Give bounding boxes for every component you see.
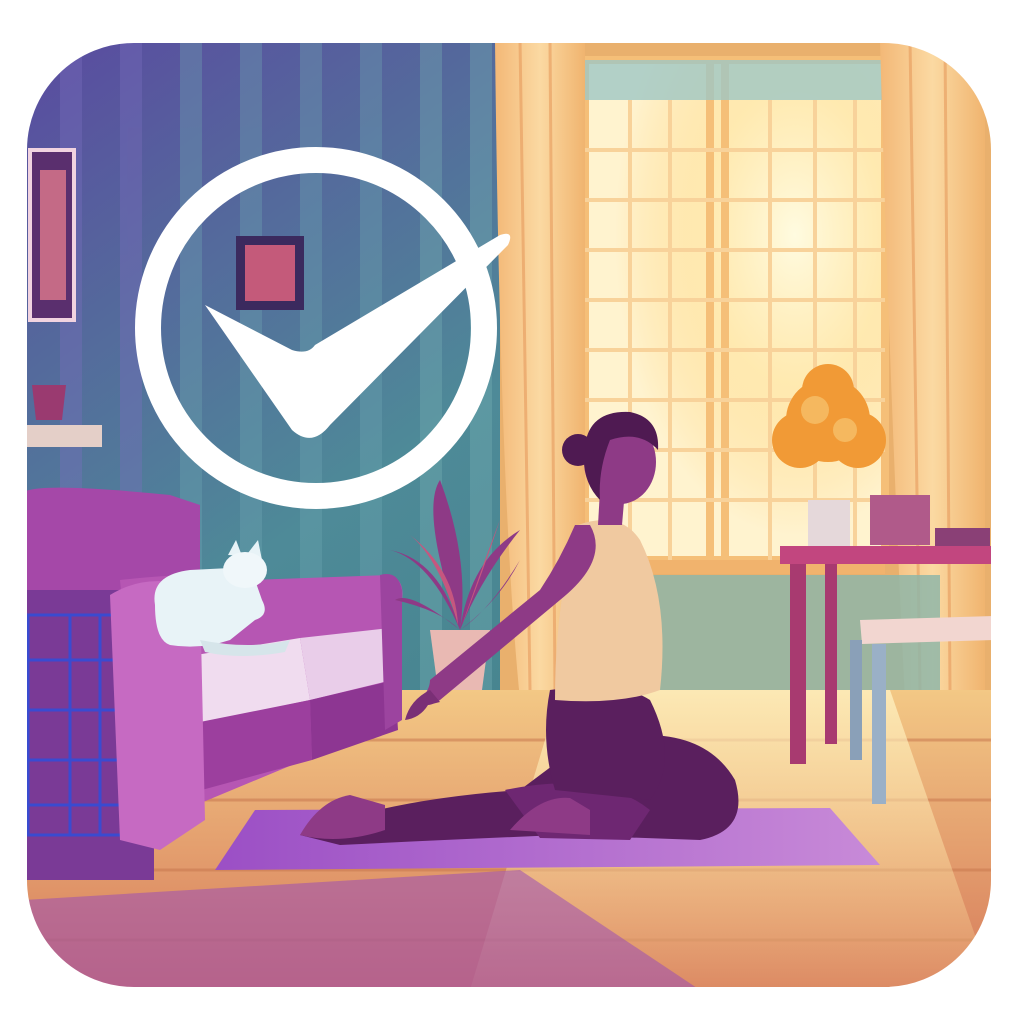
yoga-app-icon	[14, 30, 1004, 1000]
